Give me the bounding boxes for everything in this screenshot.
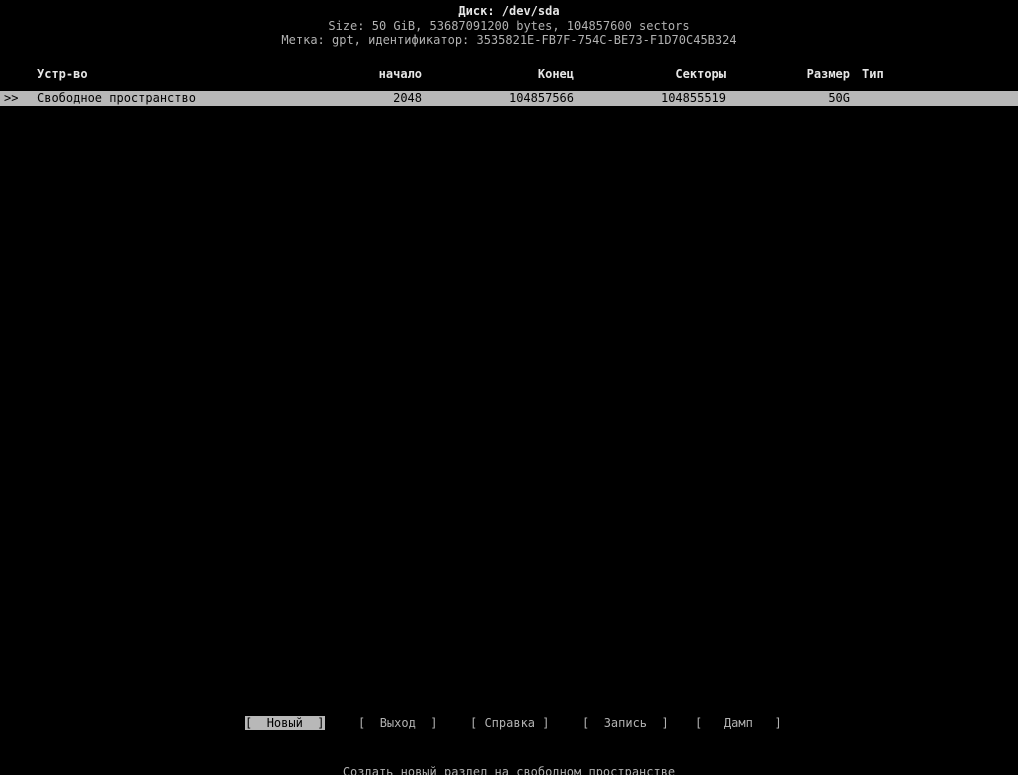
menu-write-button[interactable]: [ Запись ] [582, 716, 669, 730]
menu-dump-button[interactable]: [ Дамп ] [695, 716, 782, 730]
column-header-sectors: Секторы [675, 67, 726, 81]
selection-pointer: >> [4, 91, 19, 105]
column-header-size: Размер [806, 67, 850, 81]
column-header-start: начало [378, 67, 422, 81]
disk-label-info: Метка: gpt, идентификатор: 3535821E-FB7F… [281, 33, 737, 47]
column-header-end: Конец [537, 67, 574, 81]
menu-quit-button[interactable]: [ Выход ] [358, 716, 438, 730]
disk-title: Диск: /dev/sda [458, 4, 560, 18]
column-header-type: Тип [862, 67, 884, 81]
row-end: 104857566 [508, 91, 574, 105]
partition-table-header: Устр-во начало Конец Секторы Размер Тип [0, 67, 1018, 81]
menu-help-button[interactable]: [ Справка ] [470, 716, 549, 730]
row-size: 50G [828, 91, 850, 105]
column-header-device: Устр-во [37, 67, 88, 81]
status-hint: Создать новый раздел на свободном простр… [342, 765, 676, 775]
row-device: Свободное пространство [37, 91, 196, 105]
menu-new-button[interactable]: [ Новый ] [245, 716, 325, 730]
row-start: 2048 [393, 91, 422, 105]
table-row-free-space[interactable]: >> Свободное пространство 2048 104857566… [0, 91, 1018, 106]
row-sectors: 104855519 [660, 91, 726, 105]
action-menu: [ Новый ] [ Выход ] [ Справка ] [ Запись… [0, 716, 1018, 732]
disk-size-info: Size: 50 GiB, 53687091200 bytes, 1048576… [328, 19, 690, 33]
